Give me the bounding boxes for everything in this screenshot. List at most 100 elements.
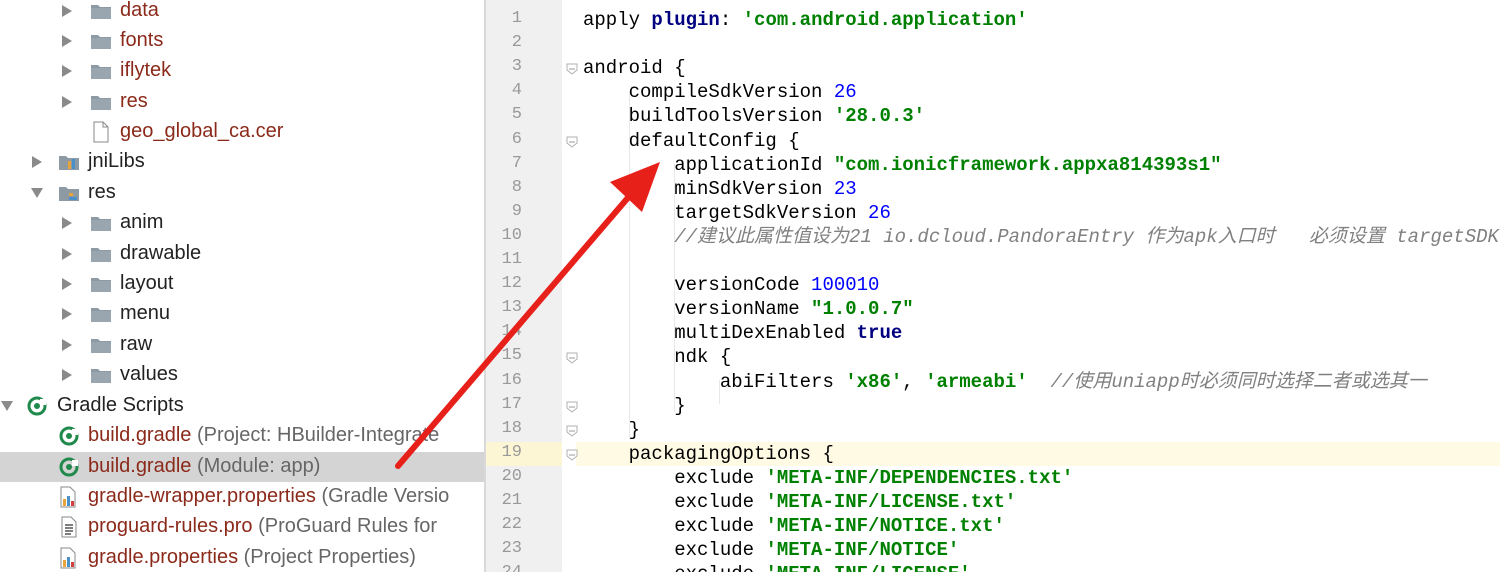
- tree-row[interactable]: res: [0, 87, 484, 117]
- line-number: 9: [511, 201, 522, 221]
- code-line[interactable]: multiDexEnabled true: [583, 321, 902, 345]
- code-token: apply: [583, 9, 652, 31]
- code-token: 'META-INF/LICENSE.txt': [765, 491, 1017, 513]
- chevron-right-icon[interactable]: [60, 247, 74, 261]
- code-line[interactable]: exclude 'META-INF/LICENSE': [583, 562, 970, 572]
- tree-row[interactable]: geo_global_ca.cer: [0, 117, 484, 147]
- chevron-right-icon[interactable]: [60, 4, 74, 18]
- tree-row-label: proguard-rules.pro (ProGuard Rules for: [88, 515, 437, 538]
- chevron-right-icon[interactable]: [30, 155, 44, 169]
- tree-row[interactable]: drawable: [0, 239, 484, 269]
- code-line[interactable]: minSdkVersion 23: [583, 177, 856, 201]
- code-editor[interactable]: 123456789101112131415161718192021222324 …: [486, 0, 1500, 572]
- code-line[interactable]: defaultConfig {: [583, 129, 800, 153]
- code-line[interactable]: apply plugin: 'com.android.application': [583, 8, 1028, 32]
- code-line[interactable]: packagingOptions {: [583, 442, 834, 466]
- tree-row[interactable]: res: [0, 178, 484, 208]
- code-line[interactable]: //建议此属性值设为21 io.dcloud.PandoraEntry 作为ap…: [583, 225, 1500, 249]
- fold-marker-icon[interactable]: [566, 62, 578, 75]
- code-token: minSdkVersion: [583, 177, 834, 200]
- code-token: versionName: [583, 298, 812, 321]
- fold-marker-icon[interactable]: [566, 135, 578, 148]
- chevron-right-icon[interactable]: [60, 34, 74, 48]
- code-token: true: [856, 322, 903, 345]
- chevron-right-icon[interactable]: [60, 368, 74, 382]
- code-line[interactable]: }: [583, 394, 685, 418]
- chevron-down-icon[interactable]: [30, 186, 44, 200]
- code-line[interactable]: exclude 'META-INF/NOTICE.txt': [583, 514, 1005, 538]
- chevron-right-icon[interactable]: [60, 277, 74, 291]
- line-number: 19: [501, 442, 522, 462]
- chevron-right-icon[interactable]: [60, 338, 74, 352]
- code-line[interactable]: ndk {: [583, 345, 731, 369]
- tree-row[interactable]: raw: [0, 330, 484, 360]
- code-token: //建议此属性值设为21 io.dcloud.PandoraEntry 作为ap…: [674, 225, 1500, 248]
- code-line[interactable]: compileSdkVersion 26: [583, 80, 857, 104]
- code-token: "1.0.0.7": [811, 298, 914, 321]
- code-token: defaultConfig {: [583, 129, 800, 152]
- tree-row[interactable]: build.gradle (Project: HBuilder-Integrat…: [0, 421, 484, 451]
- code-line[interactable]: exclude 'META-INF/LICENSE.txt': [583, 490, 1016, 514]
- tree-row[interactable]: fonts: [0, 26, 484, 56]
- chevron-right-icon[interactable]: [60, 95, 74, 109]
- tree-row-name: build.gradle: [88, 424, 192, 446]
- tree-row[interactable]: Gradle Scripts: [0, 391, 484, 421]
- chevron-right-icon[interactable]: [60, 64, 74, 78]
- line-number: 6: [511, 129, 522, 149]
- fold-marker-icon[interactable]: [566, 448, 578, 461]
- tree-row[interactable]: menu: [0, 299, 484, 329]
- tree-row-label: res: [120, 90, 148, 113]
- fold-marker-icon[interactable]: [566, 400, 578, 413]
- code-line[interactable]: applicationId "com.ionicframework.appxa8…: [583, 153, 1222, 177]
- tree-row-name: fonts: [120, 29, 164, 51]
- tree-row-label: build.gradle (Project: HBuilder-Integrat…: [88, 424, 439, 447]
- tree-row-label: data: [120, 0, 159, 22]
- code-line[interactable]: targetSdkVersion 26: [583, 201, 891, 225]
- code-line[interactable]: exclude 'META-INF/DEPENDENCIES.txt': [583, 466, 1073, 490]
- tree-row[interactable]: layout: [0, 269, 484, 299]
- line-number: 15: [501, 346, 522, 366]
- tree-row[interactable]: iflytek: [0, 56, 484, 86]
- code-token: multiDexEnabled: [583, 322, 857, 345]
- code-line[interactable]: }: [583, 418, 640, 442]
- fold-marker-icon[interactable]: [566, 351, 578, 365]
- code-token: "com.ionicframework.appxa814393s1": [833, 153, 1222, 176]
- tree-row[interactable]: gradle.properties (Project Properties): [0, 543, 484, 572]
- code-line[interactable]: abiFilters 'x86', 'armeabi' //使用uniapp时必…: [583, 370, 1427, 394]
- tree-row[interactable]: values: [0, 360, 484, 390]
- tree-row-description: (ProGuard Rules for: [252, 515, 438, 537]
- chevron-down-icon[interactable]: [0, 399, 14, 413]
- code-token: 'META-INF/NOTICE.txt': [765, 515, 1005, 538]
- folder-icon: [90, 212, 112, 234]
- folder-icon: [90, 334, 112, 356]
- tree-row[interactable]: proguard-rules.pro (ProGuard Rules for: [0, 512, 484, 542]
- tree-row[interactable]: build.gradle (Module: app): [0, 452, 484, 482]
- tree-row[interactable]: anim: [0, 208, 484, 238]
- res-folder-icon: [58, 182, 80, 204]
- code-line[interactable]: versionCode 100010: [583, 273, 879, 297]
- tree-row[interactable]: data: [0, 0, 484, 26]
- code-line[interactable]: versionName "1.0.0.7": [583, 297, 914, 321]
- tree-row-name: layout: [120, 272, 174, 294]
- tree-row-name: build.gradle: [88, 455, 192, 477]
- code-token: versionCode: [583, 274, 812, 297]
- chevron-right-icon[interactable]: [60, 307, 74, 321]
- code-line[interactable]: buildToolsVersion '28.0.3': [583, 104, 925, 128]
- folder-icon: [90, 303, 112, 325]
- tree-row[interactable]: jniLibs: [0, 147, 484, 177]
- tree-row[interactable]: gradle-wrapper.properties (Gradle Versio: [0, 482, 484, 512]
- code-token: 100010: [811, 274, 880, 297]
- tree-row-name: geo_global_ca.cer: [120, 120, 284, 142]
- tree-row-label: layout: [120, 272, 173, 295]
- folder-icon: [90, 60, 112, 82]
- line-number: 18: [501, 418, 522, 438]
- code-token: abiFilters: [583, 370, 846, 393]
- chevron-right-icon[interactable]: [60, 216, 74, 230]
- fold-marker-icon[interactable]: [566, 424, 578, 437]
- tree-row-name: values: [120, 363, 178, 385]
- code-token: exclude: [583, 515, 766, 538]
- tree-row-label: drawable: [120, 242, 201, 265]
- code-line[interactable]: exclude 'META-INF/NOTICE': [583, 538, 959, 562]
- code-line[interactable]: android {: [583, 56, 686, 80]
